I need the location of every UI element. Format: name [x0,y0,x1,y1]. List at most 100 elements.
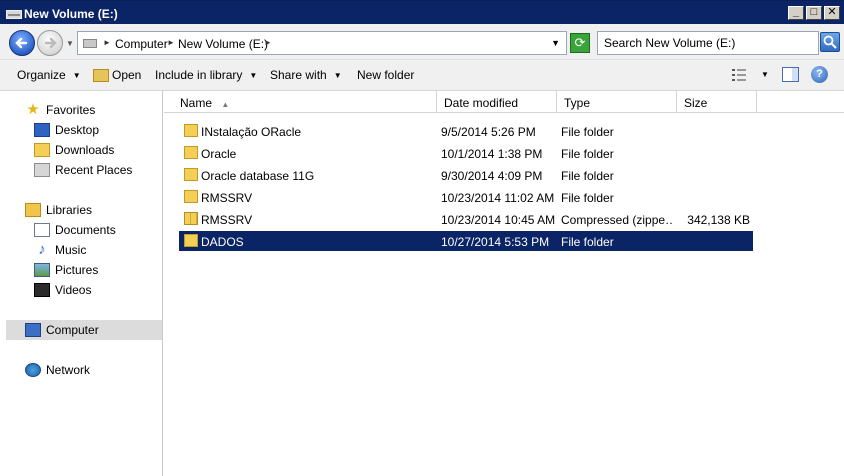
close-button[interactable]: ✕ [824,6,840,20]
folder-icon [184,168,198,181]
folder-icon [184,124,198,137]
column-header-size-label: Size [684,96,708,110]
chevron-right-icon[interactable]: ► [103,38,111,47]
nav-music[interactable]: ♪ Music [34,240,86,260]
downloads-folder-icon [34,143,50,157]
nav-downloads-label: Downloads [55,143,115,157]
caret-down-icon: ▼ [249,70,258,80]
search-input[interactable] [598,32,818,54]
share-with-label: Share with [270,68,327,82]
preview-pane-icon[interactable] [782,67,799,82]
file-row[interactable]: Oracle database 11G 9/30/2014 4:09 PM Fi… [179,165,753,185]
desktop-icon [34,123,50,137]
nav-videos-label: Videos [55,283,92,297]
chevron-right-icon[interactable]: ► [167,38,175,47]
file-name: RMSSRV [201,191,253,205]
view-caret-down-icon[interactable]: ▼ [761,70,769,79]
file-date: 10/27/2014 5:53 PM [441,235,550,249]
file-date: 10/1/2014 1:38 PM [441,147,543,161]
nav-desktop[interactable]: Desktop [34,120,99,140]
nav-desktop-label: Desktop [55,123,100,137]
column-header-size[interactable]: Size [677,91,757,113]
nav-libraries[interactable]: Libraries [25,200,92,220]
nav-recent-places-label: Recent Places [55,163,133,177]
nav-network-label: Network [46,363,91,377]
share-with-button[interactable]: Share with ▼ [270,68,342,82]
file-row[interactable]: RMSSRV 10/23/2014 10:45 AM Compressed (z… [179,209,753,229]
column-header-type-label: Type [564,96,591,110]
nav-computer[interactable]: Computer [6,320,162,340]
nav-recent-places[interactable]: Recent Places [34,160,132,180]
file-type: File folder [561,235,614,249]
search-box[interactable] [597,31,819,55]
nav-favorites[interactable]: ★ Favorites [25,100,95,120]
address-bar[interactable]: ► Computer ► New Volume (E:) ► ▼ [77,31,567,55]
column-headers: Name ▲ Date modified Type Size [164,91,844,113]
file-row[interactable]: RMSSRV 10/23/2014 11:02 AM File folder [179,187,753,207]
zip-folder-icon [184,212,198,225]
recent-pages-dropdown-icon[interactable]: ▼ [66,39,74,48]
new-folder-button[interactable]: New folder [357,68,414,82]
back-button[interactable] [9,30,35,56]
folder-icon [184,234,198,247]
include-in-library-label: Include in library [155,68,243,82]
nav-videos[interactable]: Videos [34,280,91,300]
nav-documents[interactable]: Documents [34,220,116,240]
file-name: Oracle [201,147,237,161]
file-date: 10/23/2014 10:45 AM [441,213,556,227]
open-button[interactable]: Open [93,68,141,82]
file-size: 342,138 KB [687,213,750,227]
file-row[interactable]: INstalação ORacle 9/5/2014 5:26 PM File … [179,121,753,141]
folder-icon [184,190,198,203]
file-list[interactable]: Name ▲ Date modified Type Size INstalaçã… [164,91,844,476]
title-bar[interactable]: New Volume (E:) _ □ ✕ [0,0,844,24]
search-icon [823,35,837,49]
arrow-left-icon [15,37,28,49]
column-header-date[interactable]: Date modified [437,91,557,113]
file-type: File folder [561,125,614,139]
help-icon[interactable]: ? [811,66,828,83]
nav-downloads[interactable]: Downloads [34,140,114,160]
column-header-type[interactable]: Type [557,91,677,113]
nav-documents-label: Documents [55,223,116,237]
maximize-button[interactable]: □ [806,6,822,20]
pictures-icon [34,263,50,277]
minimize-button[interactable]: _ [788,6,804,20]
file-row-selected[interactable]: DADOS 10/27/2014 5:53 PM File folder [179,231,753,251]
sort-ascending-icon: ▲ [221,100,230,109]
nav-pictures[interactable]: Pictures [34,260,98,280]
search-button[interactable] [820,32,840,52]
nav-pictures-label: Pictures [55,263,99,277]
file-name: RMSSRV [201,213,253,227]
nav-computer-label: Computer [46,323,99,337]
column-header-name[interactable]: Name ▲ [173,91,437,113]
recent-places-icon [34,163,50,177]
breadcrumb-new-volume[interactable]: New Volume (E:) [178,37,268,51]
file-date: 9/30/2014 4:09 PM [441,169,543,183]
nav-music-label: Music [55,243,87,257]
breadcrumb-computer[interactable]: Computer [115,37,168,51]
view-options-icon[interactable] [731,68,747,82]
window-title: New Volume (E:) [24,7,118,21]
organize-button[interactable]: Organize ▼ [17,68,81,82]
include-in-library-button[interactable]: Include in library ▼ [155,68,257,82]
organize-label: Organize [17,68,66,82]
open-label: Open [112,68,142,82]
file-row[interactable]: Oracle 10/1/2014 1:38 PM File folder [179,143,753,163]
computer-icon [25,323,41,337]
star-icon: ★ [26,101,40,118]
nav-network[interactable]: Network [25,360,90,380]
column-header-name-label: Name [180,96,213,110]
file-date: 10/23/2014 11:02 AM [441,191,555,205]
file-date: 9/5/2014 5:26 PM [441,125,536,139]
drive-icon [6,10,22,19]
arrow-right-icon [44,37,57,49]
forward-button[interactable] [37,30,63,56]
chevron-right-icon[interactable]: ► [264,38,272,47]
refresh-button[interactable]: ⟳ [570,33,590,53]
documents-icon [34,223,50,237]
navigation-pane[interactable]: ★ Favorites Desktop Downloads Recent Pla… [0,91,163,476]
caret-down-icon: ▼ [333,70,342,80]
file-type: Compressed (zippe… [561,213,673,227]
address-history-dropdown-icon[interactable]: ▼ [551,38,560,48]
